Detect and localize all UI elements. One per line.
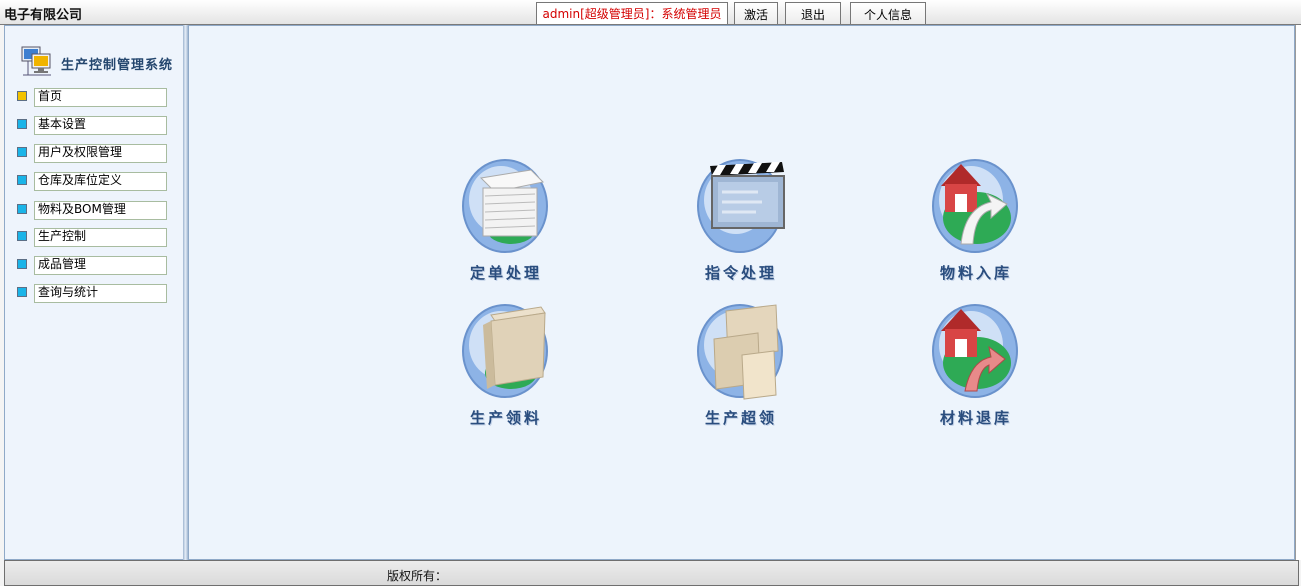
- tile-label: 物料入库: [939, 264, 1012, 282]
- tile-instruction-processing[interactable]: 指令处理: [686, 158, 796, 283]
- footer: 版权所有：: [4, 560, 1299, 586]
- company-name: 电子有限公司: [4, 8, 83, 23]
- box-icon: [462, 304, 548, 398]
- tile-production-picking[interactable]: 生产领料: [451, 303, 561, 428]
- tile-production-over-picking[interactable]: 生产超领: [686, 303, 796, 428]
- sidebar-item-users-permissions[interactable]: 用户及权限管理: [17, 144, 167, 163]
- clapperboard-icon: [697, 159, 785, 253]
- warehouse-return-icon: [932, 304, 1018, 398]
- sidebar-item-warehouse-locations[interactable]: 仓库及库位定义: [17, 172, 167, 191]
- warehouse-in-icon: [932, 159, 1018, 253]
- current-user-info: admin[超级管理员]：系统管理员: [536, 2, 728, 24]
- sidebar: 生产控制管理系统 首页 基本设置 用户及权限管理 仓库及库位定义 物料及BOM管…: [4, 25, 184, 560]
- sidebar-item-home[interactable]: 首页: [17, 88, 167, 107]
- sidebar-item-label: 成品管理: [34, 256, 167, 275]
- sidebar-item-basic-settings[interactable]: 基本设置: [17, 116, 167, 135]
- top-bar: 电子有限公司 admin[超级管理员]：系统管理员 激活 退出 个人信息: [0, 0, 1301, 25]
- menu-bullet-icon: [17, 287, 27, 297]
- logout-button[interactable]: 退出: [785, 2, 841, 24]
- boxes-icon: [697, 304, 783, 400]
- sidebar-item-label: 物料及BOM管理: [34, 201, 167, 220]
- sidebar-item-materials-bom[interactable]: 物料及BOM管理: [17, 201, 167, 220]
- sidebar-item-label: 首页: [34, 88, 167, 107]
- sidebar-item-label: 生产控制: [34, 228, 167, 247]
- menu-bullet-icon: [17, 259, 27, 269]
- tile-label: 生产领料: [469, 409, 542, 427]
- menu-bullet-icon: [17, 91, 27, 101]
- sidebar-item-finished-goods[interactable]: 成品管理: [17, 256, 167, 275]
- menu-bullet-icon: [17, 175, 27, 185]
- menu-bullet-icon: [17, 147, 27, 157]
- menu-bullet-icon: [17, 204, 27, 214]
- paper-stack-icon: [462, 159, 548, 253]
- tile-label: 指令处理: [704, 264, 777, 282]
- sidebar-item-label: 仓库及库位定义: [34, 172, 167, 191]
- tile-label: 定单处理: [469, 264, 542, 282]
- tile-material-return[interactable]: 材料退库: [921, 303, 1031, 428]
- profile-button[interactable]: 个人信息: [850, 2, 926, 24]
- sidebar-item-query-statistics[interactable]: 查询与统计: [17, 284, 167, 303]
- menu-bullet-icon: [17, 119, 27, 129]
- tile-label: 材料退库: [939, 409, 1012, 427]
- tile-material-inbound[interactable]: 物料入库: [921, 158, 1031, 283]
- sidebar-item-label: 基本设置: [34, 116, 167, 135]
- system-header: 生产控制管理系统: [19, 44, 189, 80]
- menu-bullet-icon: [17, 231, 27, 241]
- activate-button[interactable]: 激活: [734, 2, 778, 24]
- sidebar-item-label: 用户及权限管理: [34, 144, 167, 163]
- system-title: 生产控制管理系统: [61, 58, 174, 73]
- tile-order-processing[interactable]: 定单处理: [451, 158, 561, 283]
- vertical-scrollbar[interactable]: [1295, 25, 1301, 560]
- sidebar-item-production-control[interactable]: 生产控制: [17, 228, 167, 247]
- main-content: 定单处理 指令处理 物料入库 生产领料 生产超领 材料退库: [188, 25, 1295, 560]
- sidebar-item-label: 查询与统计: [34, 284, 167, 303]
- copyright-text: 版权所有：: [387, 569, 448, 583]
- tile-label: 生产超领: [704, 409, 777, 427]
- computer-network-icon: [21, 46, 51, 76]
